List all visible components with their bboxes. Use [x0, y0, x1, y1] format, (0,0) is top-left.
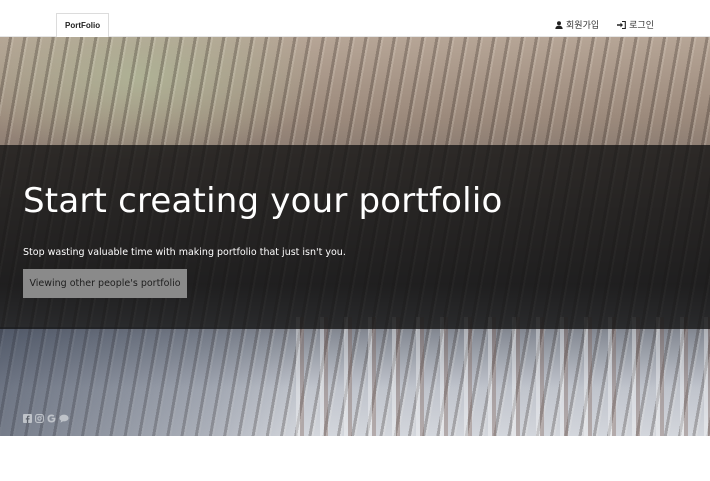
- facebook-icon[interactable]: [23, 410, 32, 423]
- brand-logo-link[interactable]: PortFolio: [56, 13, 110, 37]
- chat-icon[interactable]: [59, 410, 69, 423]
- user-icon: [555, 20, 563, 29]
- instagram-icon[interactable]: [35, 410, 44, 423]
- hero-overlay: [0, 145, 710, 329]
- social-links: [23, 410, 69, 423]
- google-icon[interactable]: [47, 410, 56, 423]
- signup-label: 회원가입: [566, 21, 600, 31]
- login-label: 로그인: [629, 21, 654, 31]
- hero-background-pages: [280, 317, 710, 436]
- hero-title: Start creating your portfolio: [23, 181, 503, 221]
- hero-background-shade: [0, 327, 300, 436]
- view-portfolios-button[interactable]: Viewing other people's portfolio: [23, 269, 187, 298]
- hero-banner: Start creating your portfolio Stop wasti…: [0, 37, 710, 436]
- login-link[interactable]: 로그인: [617, 18, 654, 31]
- nav-right: 회원가입 로그인: [555, 18, 654, 31]
- signup-link[interactable]: 회원가입: [555, 18, 599, 31]
- hero-subtitle: Stop wasting valuable time with making p…: [23, 247, 346, 258]
- sign-in-icon: [617, 20, 627, 29]
- navbar: PortFolio 회원가입 로그인: [0, 0, 710, 37]
